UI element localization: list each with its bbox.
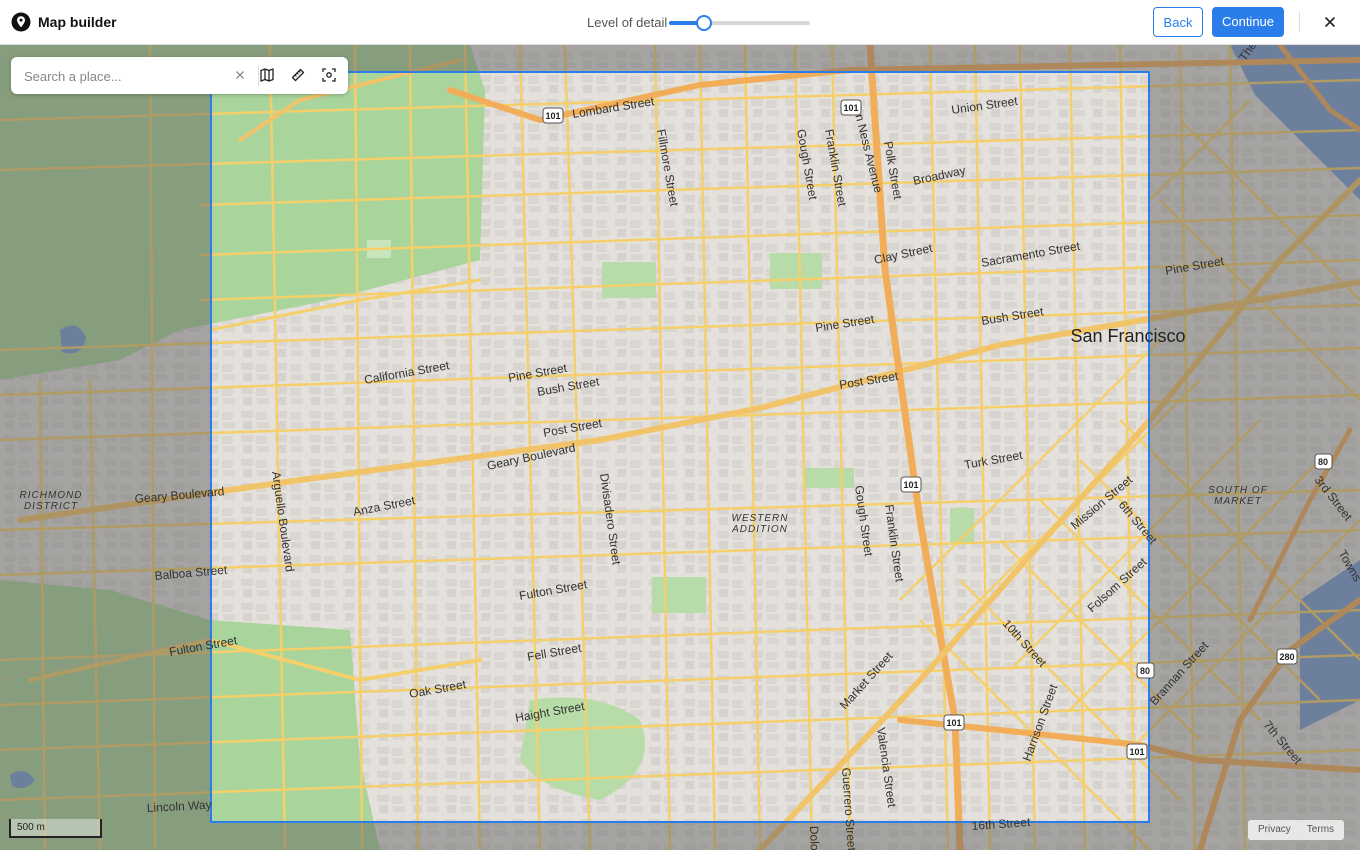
clear-icon[interactable]	[233, 68, 247, 82]
back-button[interactable]: Back	[1153, 7, 1203, 37]
slider-thumb[interactable]	[696, 15, 713, 31]
level-of-detail-label: Level of detail	[587, 15, 668, 30]
scale-bar: 500 m	[9, 819, 102, 838]
svg-text:101: 101	[843, 103, 858, 113]
svg-text:80: 80	[1318, 457, 1328, 467]
shield-280: 280	[1276, 648, 1298, 665]
shield-101: 101	[840, 99, 862, 116]
app-title: Map builder	[38, 14, 117, 30]
svg-text:101: 101	[545, 111, 560, 121]
street-label: Dolo	[807, 826, 822, 850]
svg-text:101: 101	[946, 718, 961, 728]
focus-frame-icon[interactable]	[321, 67, 337, 83]
shield-80: 80	[1136, 662, 1155, 679]
map-pin-icon	[11, 12, 31, 32]
header-divider	[1299, 12, 1300, 32]
district-label: DISTRICT	[24, 501, 78, 512]
shield-101: 101	[900, 476, 922, 493]
district-label: MARKET	[1214, 496, 1262, 507]
shield-101: 101	[943, 714, 965, 731]
top-bar: Map builder Level of detail Back Continu…	[0, 0, 1360, 45]
shield-80: 80	[1314, 453, 1333, 470]
search-input[interactable]	[22, 65, 221, 87]
svg-text:80: 80	[1140, 666, 1150, 676]
district-label: SOUTH OF	[1208, 485, 1268, 496]
continue-button[interactable]: Continue	[1212, 7, 1284, 37]
district-label: RICHMOND	[20, 490, 83, 501]
svg-text:101: 101	[1129, 747, 1144, 757]
privacy-link[interactable]: Privacy	[1258, 824, 1291, 835]
svg-text:101: 101	[903, 480, 918, 490]
svg-text:280: 280	[1279, 652, 1294, 662]
search-box	[11, 57, 348, 94]
close-icon[interactable]	[1320, 12, 1340, 32]
district-label: WESTERN	[732, 513, 789, 524]
ruler-icon[interactable]	[290, 67, 306, 83]
terms-link[interactable]: Terms	[1307, 824, 1334, 835]
level-of-detail-slider[interactable]	[669, 15, 810, 31]
map-layers-icon[interactable]	[259, 67, 275, 83]
shield-101: 101	[542, 107, 564, 124]
footer-links: Privacy Terms	[1248, 820, 1345, 840]
district-label: ADDITION	[731, 524, 788, 535]
city-label: San Francisco	[1070, 326, 1185, 346]
shield-101: 101	[1126, 743, 1148, 760]
map-canvas[interactable]: Lombard Street Union Street Fillmore Str…	[0, 45, 1360, 850]
